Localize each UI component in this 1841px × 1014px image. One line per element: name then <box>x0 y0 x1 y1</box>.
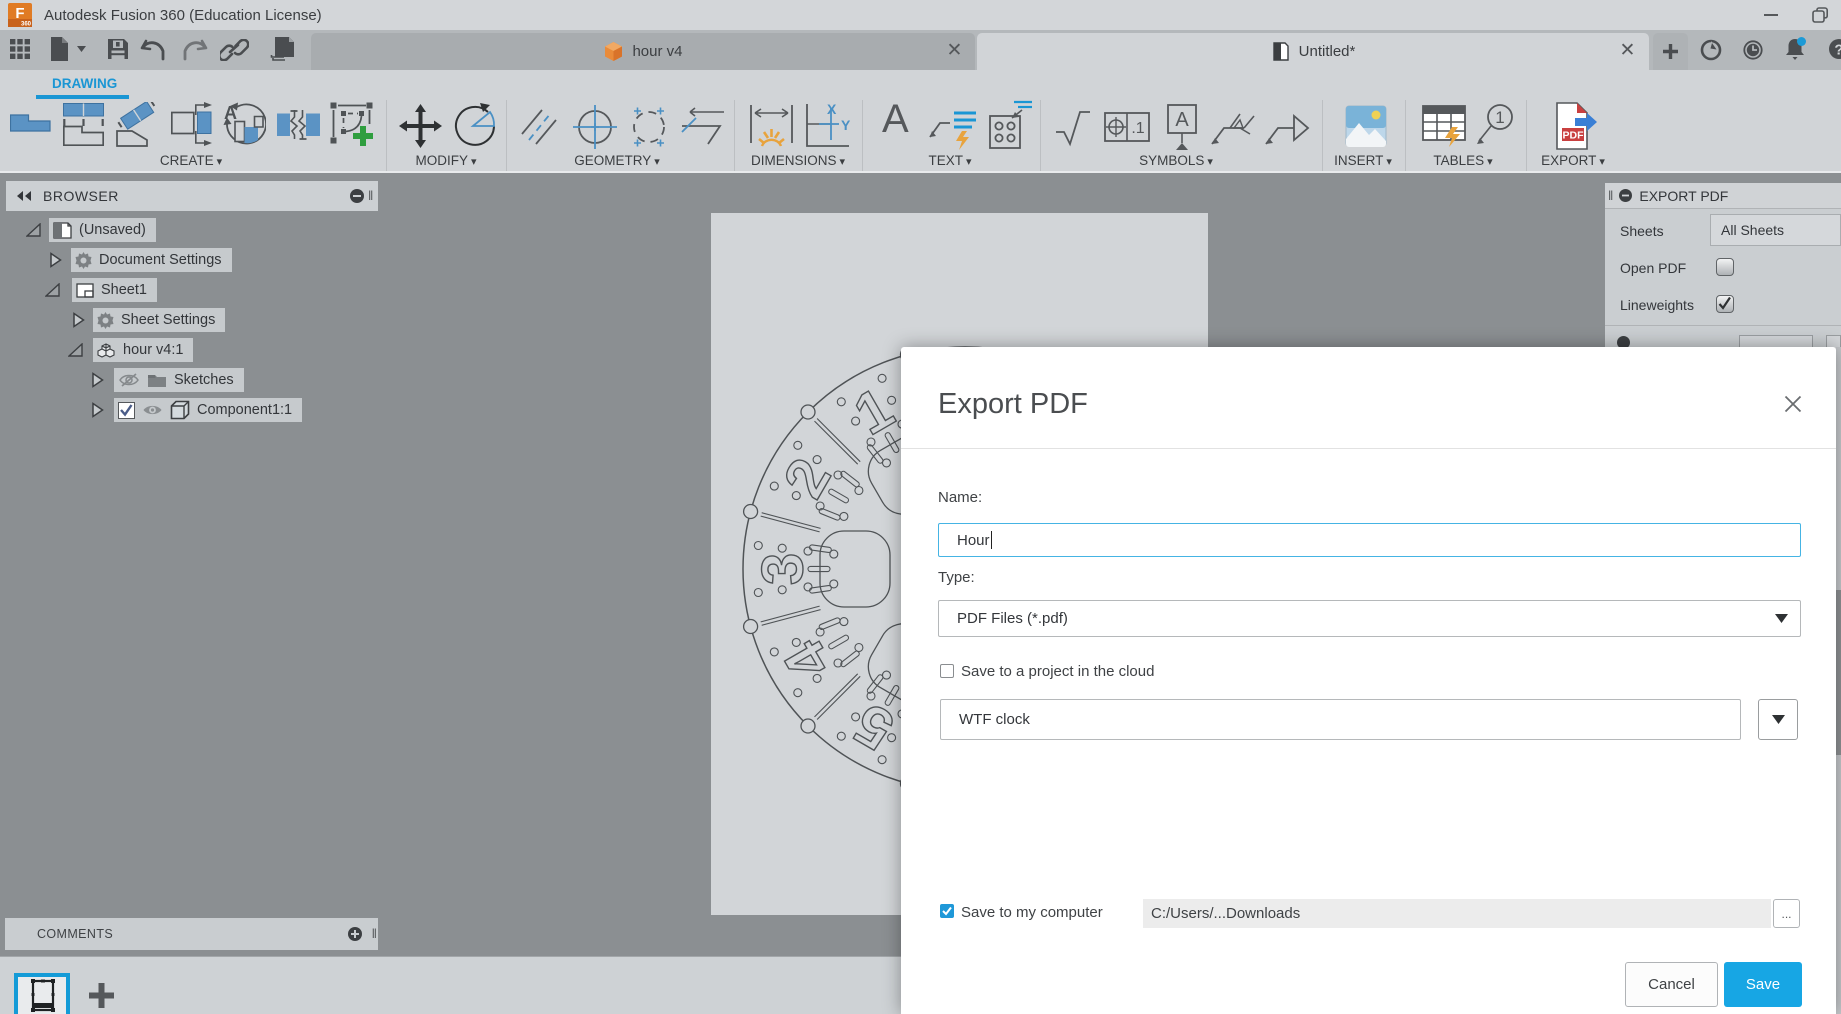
svg-text:?: ? <box>1834 42 1841 59</box>
svg-text:2: 2 <box>771 448 843 508</box>
svg-text:1: 1 <box>1495 108 1504 127</box>
svg-text:.1: .1 <box>1131 120 1144 137</box>
svg-text:F: F <box>15 5 24 22</box>
svg-text:3: 3 <box>751 553 816 585</box>
svg-text:4: 4 <box>771 630 843 690</box>
svg-text:PDF: PDF <box>1563 130 1585 142</box>
svg-text:1: 1 <box>844 375 904 447</box>
svg-text:360: 360 <box>21 22 32 28</box>
svg-text:Y: Y <box>841 117 851 133</box>
svg-text:5: 5 <box>844 690 904 762</box>
svg-text:A: A <box>1175 109 1189 131</box>
svg-text:X: X <box>827 102 837 117</box>
